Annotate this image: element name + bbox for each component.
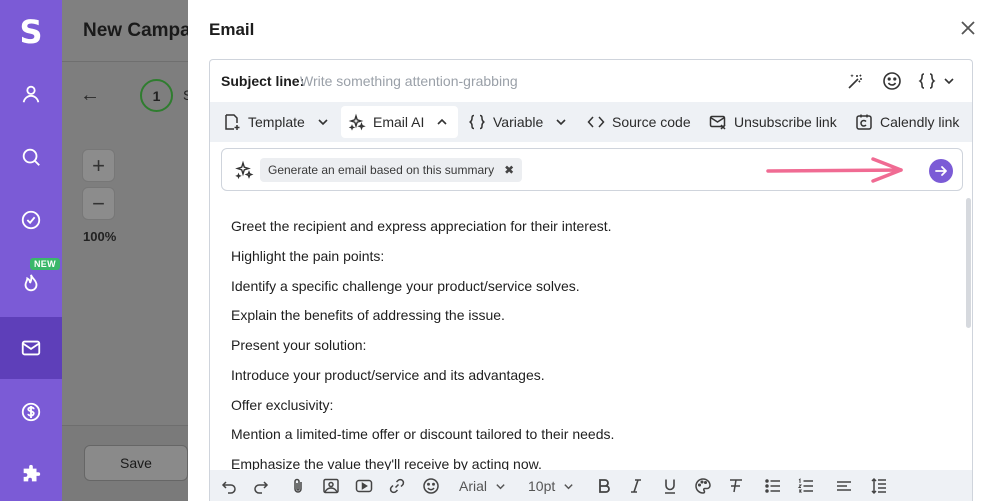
video-icon[interactable] (355, 476, 373, 496)
arrow-right-icon (935, 166, 947, 176)
template-button[interactable]: Template (223, 106, 329, 138)
close-icon[interactable] (959, 19, 977, 37)
email-editor: Subject line: Template Email AI (209, 59, 973, 501)
remove-chip-icon[interactable]: ✖ (504, 163, 514, 177)
save-button[interactable]: Save (84, 445, 188, 481)
curly-braces-icon (468, 114, 486, 130)
editor-toolbar: Template Email AI Variable Source code U… (210, 102, 972, 142)
scrollbar[interactable] (966, 198, 971, 328)
sparkles-icon (348, 113, 366, 131)
sidebar: S NEW (0, 0, 62, 501)
page-title: New Campai (83, 20, 196, 41)
bullet-list-icon[interactable] (764, 476, 782, 496)
magic-wand-icon[interactable] (845, 70, 867, 92)
back-arrow-icon[interactable]: ← (80, 84, 100, 107)
subject-label: Subject line: (221, 73, 305, 89)
email-ai-button[interactable]: Email AI (341, 106, 458, 138)
user-icon (22, 85, 40, 103)
sidebar-item-integrations[interactable] (0, 444, 62, 501)
body-line: Greet the recipient and express apprecia… (231, 218, 612, 234)
attachment-icon[interactable] (289, 476, 307, 496)
emoji-icon[interactable] (422, 476, 440, 496)
body-line: Identify a specific challenge your produ… (231, 278, 580, 294)
image-icon[interactable] (322, 476, 340, 496)
link-icon[interactable] (388, 476, 406, 496)
annotation-arrow-icon (766, 157, 903, 183)
line-height-icon[interactable] (870, 476, 888, 496)
template-icon (225, 114, 240, 130)
bold-icon[interactable] (595, 476, 613, 496)
body-line: Mention a limited-time offer or discount… (231, 426, 615, 442)
chevron-up-icon (437, 118, 447, 125)
body-line: Highlight the pain points: (231, 248, 385, 264)
check-circle-icon (21, 210, 41, 230)
sidebar-item-campaigns[interactable] (0, 317, 62, 379)
numbered-list-icon[interactable] (797, 476, 815, 496)
sparkles-icon (235, 160, 254, 180)
emoji-icon[interactable] (881, 70, 903, 92)
step-indicator[interactable]: 1 (140, 79, 173, 112)
chevron-down-icon (944, 78, 954, 85)
font-family-select[interactable]: Arial (459, 476, 506, 496)
dollar-icon (21, 402, 41, 422)
zoom-in-button[interactable]: + (82, 149, 115, 182)
mail-icon (21, 340, 41, 356)
body-line: Introduce your product/service and its a… (231, 367, 545, 383)
zoom-out-button[interactable]: − (82, 187, 115, 220)
font-size-select[interactable]: 10pt (528, 476, 574, 496)
clear-format-icon[interactable] (727, 476, 745, 496)
sidebar-item-billing[interactable] (0, 381, 62, 443)
sidebar-item-contacts[interactable] (0, 63, 62, 125)
subject-variable-icon[interactable] (916, 70, 956, 92)
sidebar-item-search[interactable] (0, 126, 62, 188)
ai-prompt-box[interactable]: Generate an email based on this summary … (221, 148, 963, 191)
undo-icon[interactable] (220, 476, 238, 496)
format-toolbar: Arial 10pt (210, 470, 972, 501)
chevron-down-icon (318, 119, 328, 126)
flame-icon (24, 274, 38, 292)
chevron-down-icon (564, 483, 573, 489)
chevron-down-icon (556, 119, 566, 126)
mail-x-icon (709, 115, 726, 130)
unsubscribe-link-button[interactable]: Unsubscribe link (709, 106, 837, 138)
chevron-down-icon (496, 483, 505, 489)
subject-input[interactable] (300, 71, 700, 91)
modal-title: Email (209, 20, 255, 39)
source-code-button[interactable]: Source code (587, 106, 691, 138)
email-modal: Email Subject line: Template (188, 0, 1001, 501)
prompt-chip-label: Generate an email based on this summary (268, 163, 495, 177)
new-badge: NEW (30, 258, 60, 270)
calendly-link-button[interactable]: Calendly link (855, 106, 959, 138)
underline-icon[interactable] (661, 476, 679, 496)
align-icon[interactable] (835, 476, 853, 496)
app-logo[interactable]: S (0, 12, 62, 52)
email-body[interactable]: Greet the recipient and express apprecia… (210, 198, 972, 470)
body-line: Emphasize the value they'll receive by a… (231, 456, 542, 470)
prompt-chip: Generate an email based on this summary … (260, 158, 523, 182)
code-icon (587, 116, 605, 128)
redo-icon[interactable] (252, 476, 270, 496)
calendar-icon (856, 114, 872, 130)
puzzle-icon (23, 464, 41, 482)
italic-icon[interactable] (627, 476, 645, 496)
subject-row: Subject line: (210, 60, 972, 102)
body-line: Present your solution: (231, 337, 367, 353)
sidebar-item-tasks[interactable] (0, 189, 62, 251)
palette-icon[interactable] (694, 476, 712, 496)
body-line: Explain the benefits of addressing the i… (231, 307, 505, 323)
body-line: Offer exclusivity: (231, 397, 334, 413)
send-button[interactable] (929, 159, 953, 183)
zoom-level: 100% (83, 229, 117, 244)
variable-button[interactable]: Variable (468, 106, 567, 138)
search-icon (22, 148, 40, 166)
